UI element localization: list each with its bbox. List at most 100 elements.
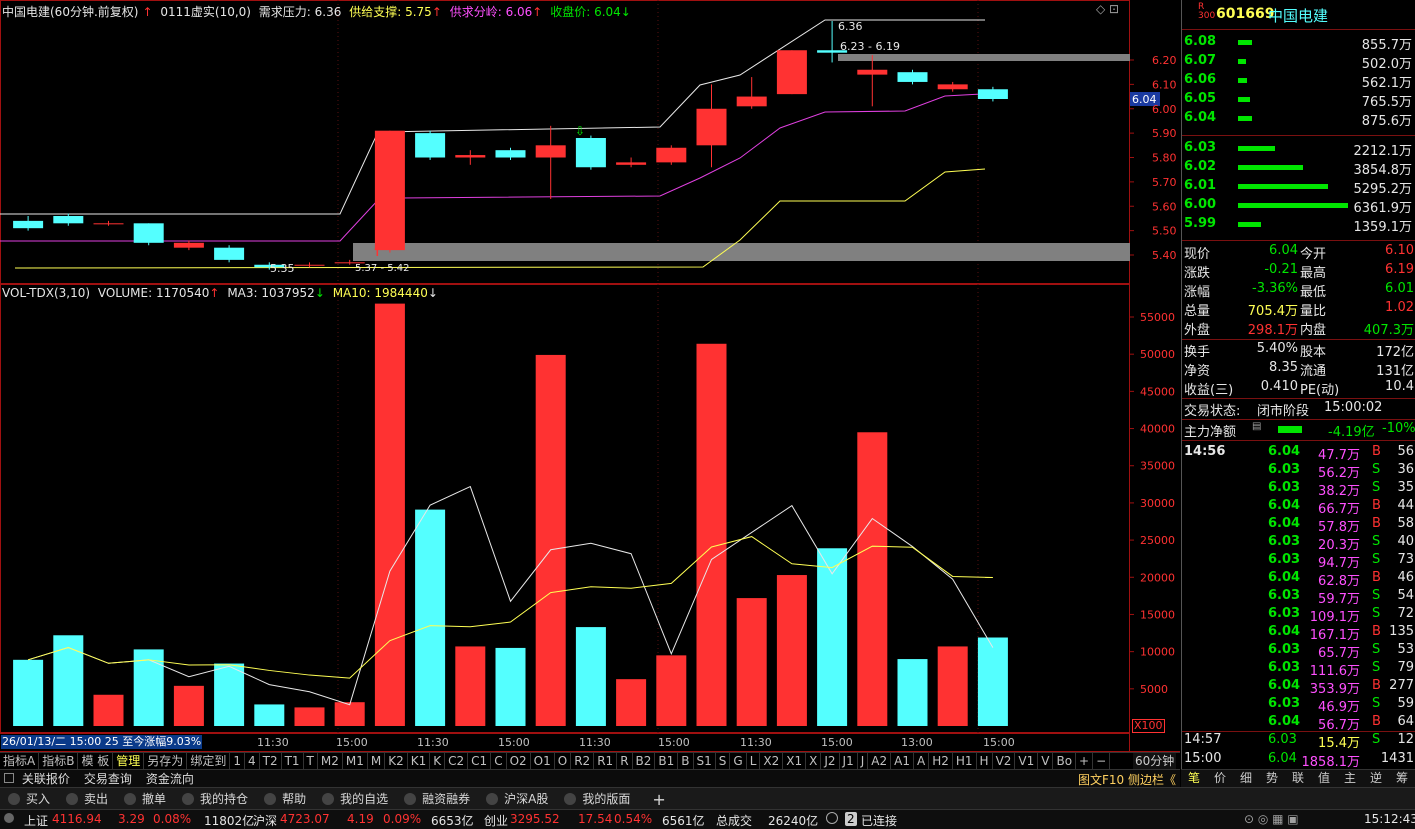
right-tab[interactable]: 联 (1285, 770, 1311, 787)
tick-volume: 109.1万 (1309, 610, 1360, 625)
chart-tab[interactable]: H2 (929, 753, 953, 769)
chart-tab[interactable]: 指标A (0, 753, 40, 769)
toolbar-button[interactable]: 帮助 (264, 788, 306, 810)
conn-count: 2 (845, 812, 857, 826)
stat-label: 换手 (1184, 345, 1211, 360)
close-label: 收盘价: (550, 5, 591, 19)
nav-item[interactable]: 交易查询 (84, 772, 132, 786)
window-control-icons[interactable]: ◇ ⊡ (1096, 2, 1119, 16)
chart-tab[interactable]: H (977, 753, 993, 769)
chart-tab[interactable]: K2 (385, 753, 408, 769)
chart-tab[interactable]: 另存为 (144, 753, 188, 769)
chart-tab[interactable]: J1 (840, 753, 858, 769)
candle-body (415, 133, 446, 158)
chart-tab[interactable]: J (858, 753, 869, 769)
chart-tab[interactable]: T2 (260, 753, 282, 769)
volume-bar (214, 663, 245, 726)
chart-tab[interactable]: O2 (507, 753, 531, 769)
price-tick-label: 6.10 (1152, 78, 1177, 91)
f10-sidebar-link[interactable]: 图文F10 侧边栏《 (1078, 771, 1176, 788)
tick-count: 44 (1397, 498, 1414, 513)
chart-tab[interactable]: V (1038, 753, 1054, 769)
chart-tab[interactable]: L (747, 753, 761, 769)
chart-area[interactable]: 6.20 6.10 6.04 6.00 5.90 5.80 5.70 5.60 5.50 5.40… (0, 0, 1180, 752)
toolbar-button[interactable]: 撤单 (124, 788, 166, 810)
chart-tab[interactable]: X1 (783, 753, 807, 769)
stat-value: 705.4万 (1247, 304, 1298, 319)
total-label: 总成交 (716, 814, 753, 828)
tick-side: S (1372, 462, 1381, 477)
right-tab[interactable]: 主 (1337, 770, 1363, 787)
kline-svg[interactable]: 6.20 6.10 6.04 6.00 5.90 5.80 5.70 5.60 5.50 5.40… (0, 0, 1180, 752)
chart-tab[interactable]: + (1076, 753, 1094, 769)
time-label: 11:30 (740, 736, 772, 749)
right-tab[interactable]: 筹 (1389, 770, 1415, 787)
chart-tab[interactable]: B1 (655, 753, 679, 769)
right-tab[interactable]: 价 (1207, 770, 1233, 787)
chart-tab[interactable]: S1 (694, 753, 716, 769)
toolbar-button[interactable]: 买入 (8, 788, 50, 810)
chart-tab[interactable]: O1 (531, 753, 555, 769)
toolbar-button[interactable]: 我的自选 (322, 788, 388, 810)
chart-tab[interactable]: 指标B (39, 753, 79, 769)
chart-tab[interactable]: B (678, 753, 694, 769)
right-tab[interactable]: 势 (1259, 770, 1285, 787)
chart-tab[interactable]: A2 (868, 753, 892, 769)
chart-tab[interactable]: 1 (230, 753, 245, 769)
chart-tab[interactable]: R1 (594, 753, 618, 769)
tick-price: 6.03 (1268, 732, 1297, 747)
volume-bar (897, 659, 928, 726)
toolbar-button[interactable]: 我的持仓 (182, 788, 248, 810)
candle-body (455, 155, 486, 158)
tick-price: 6.03 (1268, 696, 1301, 711)
toolbar-button[interactable]: 卖出 (66, 788, 108, 810)
chart-tab[interactable]: V2 (993, 753, 1016, 769)
toolbar-button[interactable]: 融资融券 (404, 788, 470, 810)
chart-tab[interactable]: C2 (445, 753, 469, 769)
chart-tab[interactable]: C1 (468, 753, 492, 769)
period-selector[interactable]: 60分钟 (1133, 753, 1177, 769)
add-tab-button[interactable]: + (652, 789, 665, 811)
chart-tab[interactable]: C (491, 753, 507, 769)
chart-tab[interactable]: M (368, 753, 386, 769)
chart-tab[interactable]: B2 (633, 753, 656, 769)
chart-tab[interactable]: S (716, 753, 731, 769)
toolbar-button[interactable]: 我的版面 (564, 788, 630, 810)
chart-tab[interactable]: − (1093, 753, 1111, 769)
chart-tab[interactable]: G (730, 753, 747, 769)
stat-label: 收益(三) (1184, 383, 1234, 398)
chart-tab[interactable]: M2 (318, 753, 343, 769)
right-tab[interactable]: 逆 (1363, 770, 1389, 787)
chart-tab[interactable]: A1 (891, 753, 914, 769)
chart-tab[interactable]: R (617, 753, 633, 769)
toolbar-button[interactable]: 沪深A股 (486, 788, 548, 810)
chart-tab[interactable]: T (304, 753, 318, 769)
chart-tab[interactable]: R2 (571, 753, 595, 769)
chart-tab[interactable]: K1 (408, 753, 431, 769)
right-bottom-tabs: 笔价细势联值主逆筹 (1181, 769, 1415, 787)
chart-tab[interactable]: 4 (245, 753, 260, 769)
right-tab[interactable]: 笔 (1181, 770, 1207, 787)
chart-tab[interactable]: T1 (282, 753, 304, 769)
nav-item[interactable]: 资金流向 (146, 772, 194, 786)
chart-tab[interactable]: V1 (1015, 753, 1039, 769)
chart-tab[interactable]: O (555, 753, 572, 769)
chart-tab[interactable]: J2 (821, 753, 840, 769)
chart-tab[interactable]: A (914, 753, 930, 769)
chart-tab[interactable]: 管理 (113, 753, 145, 769)
right-tab[interactable]: 细 (1233, 770, 1259, 787)
time-label: 11:30 (417, 736, 449, 749)
chart-tab[interactable]: 模 板 (78, 753, 114, 769)
chart-tab[interactable]: H1 (953, 753, 977, 769)
chart-tab[interactable]: K (430, 753, 446, 769)
status-icons[interactable]: ⊙ ◎ ▦ ▣ (1244, 812, 1299, 826)
tick-side: S (1372, 588, 1381, 603)
menu-icon[interactable] (4, 773, 14, 783)
chart-tab[interactable]: Bo (1053, 753, 1077, 769)
nav-item[interactable]: 关联报价 (22, 772, 70, 786)
chart-tab[interactable]: X (806, 753, 822, 769)
right-tab[interactable]: 值 (1311, 770, 1337, 787)
chart-tab[interactable]: 绑定到 (187, 753, 231, 769)
chart-tab[interactable]: M1 (343, 753, 368, 769)
chart-tab[interactable]: X2 (760, 753, 784, 769)
